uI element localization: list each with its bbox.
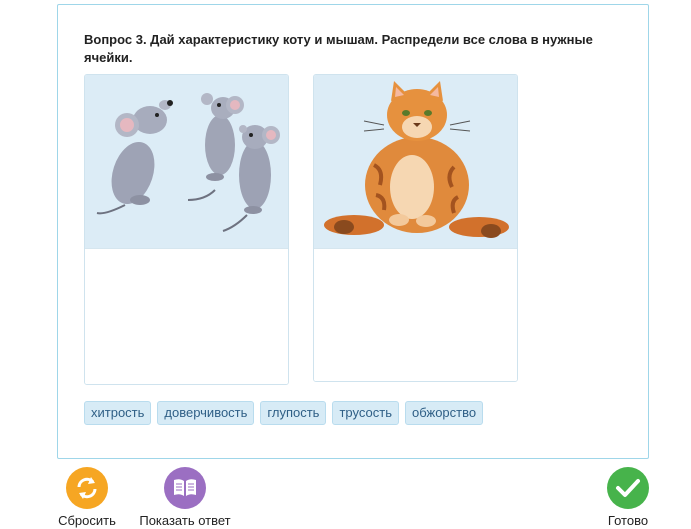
checkmark-icon	[607, 467, 649, 509]
show-answer-button[interactable]: Показать ответ	[135, 467, 235, 528]
question-text: Вопрос 3. Дай характеристику коту и мыша…	[84, 32, 593, 65]
word-chip[interactable]: доверчивость	[157, 401, 255, 425]
word-bank: хитрость доверчивость глупость трусость …	[84, 401, 484, 425]
done-button[interactable]: Готово	[602, 467, 654, 528]
mice-illustration	[96, 93, 280, 232]
reset-label: Сбросить	[58, 513, 116, 528]
reset-button[interactable]: Сбросить	[55, 467, 119, 528]
word-chip[interactable]: глупость	[260, 401, 327, 425]
word-chip[interactable]: хитрость	[84, 401, 152, 425]
cat-drop-zone[interactable]	[314, 248, 517, 381]
done-label: Готово	[607, 513, 649, 528]
cat-illustration	[324, 81, 509, 238]
word-chip[interactable]: обжорство	[404, 401, 484, 425]
mice-picture	[85, 75, 288, 248]
cat-picture	[314, 75, 517, 248]
cat-column	[313, 74, 518, 382]
refresh-icon	[66, 467, 108, 509]
book-icon	[164, 467, 206, 509]
mice-drop-zone[interactable]	[85, 248, 288, 384]
question-card: Вопрос 3. Дай характеристику коту и мыша…	[57, 4, 649, 459]
mice-column	[84, 74, 289, 385]
word-chip[interactable]: трусость	[332, 401, 399, 425]
show-answer-label: Показать ответ	[139, 513, 231, 528]
